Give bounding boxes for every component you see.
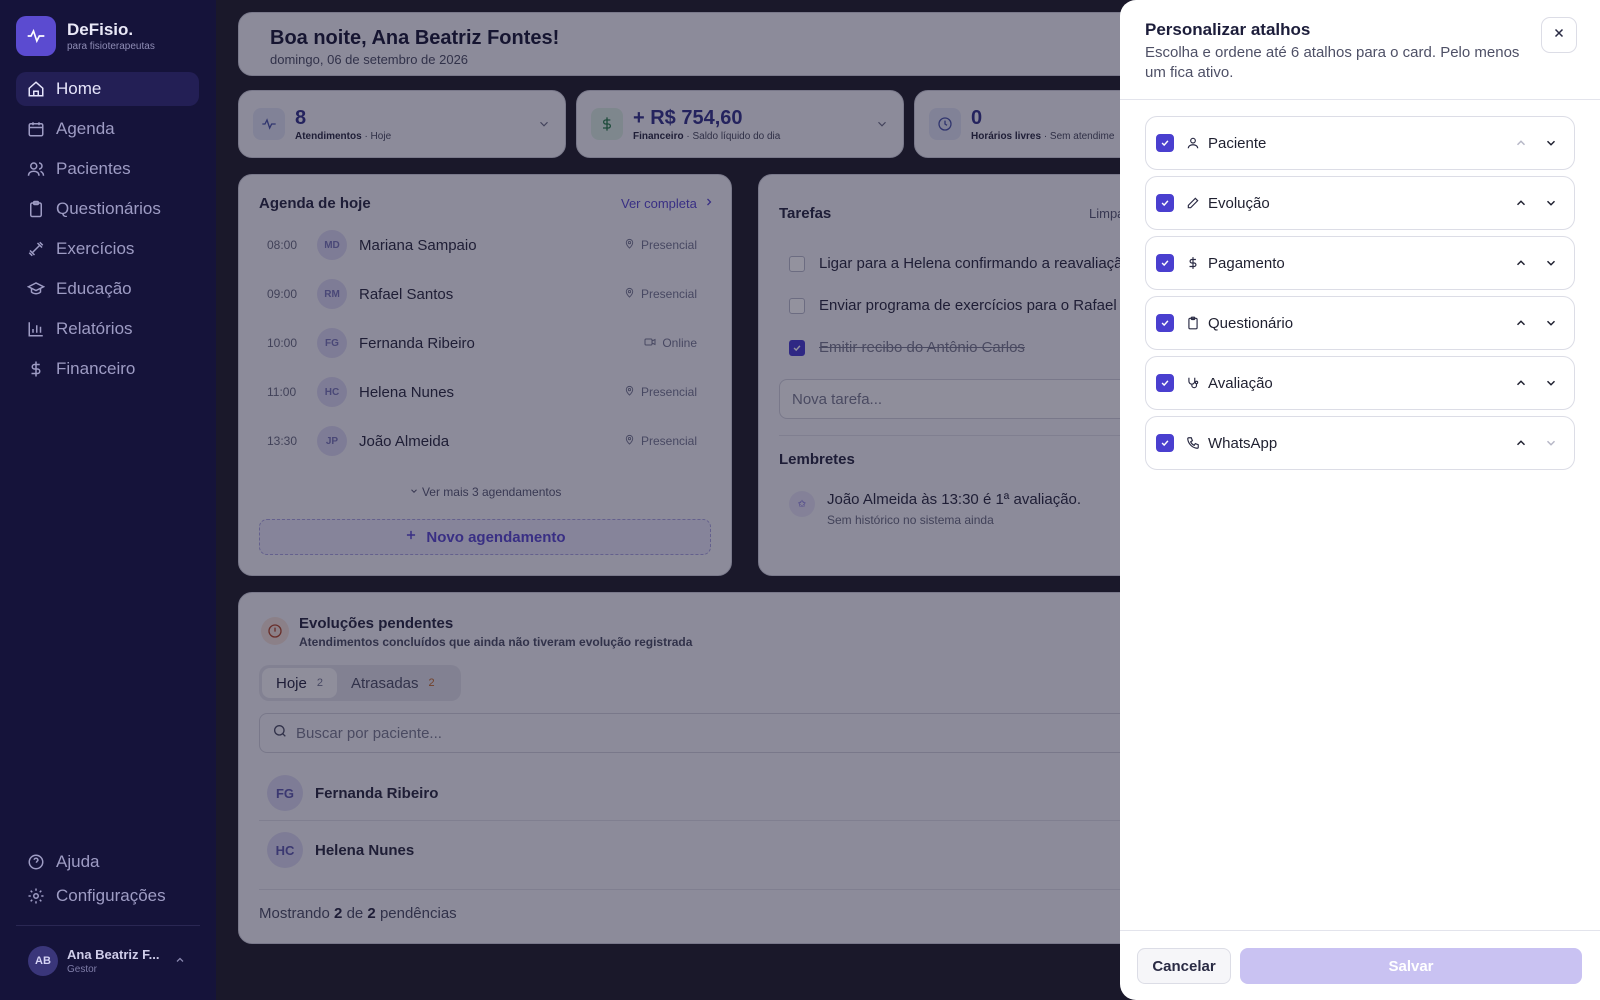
phone-icon (1184, 434, 1202, 452)
cancel-button[interactable]: Cancelar (1137, 948, 1231, 984)
sidebar-item-label: Questionários (56, 199, 161, 218)
sidebar-item-label: Agenda (56, 119, 115, 138)
shortcut-checkbox[interactable] (1156, 374, 1174, 392)
move-down-button[interactable] (1536, 368, 1566, 398)
sidebar-item-exercicios[interactable]: Exercícios (16, 232, 199, 266)
sidebar-item-label: Financeiro (56, 359, 136, 378)
sidebar-item-pacientes[interactable]: Pacientes (16, 152, 199, 186)
sidebar-item-financeiro[interactable]: Financeiro (16, 352, 199, 386)
brand-tagline: para fisioterapeutas (67, 41, 155, 52)
sidebar: DeFisio. para fisioterapeutas Home Agend… (0, 0, 216, 1000)
save-button[interactable]: Salvar (1240, 948, 1582, 984)
move-down-button[interactable] (1536, 428, 1566, 458)
calendar-icon (26, 119, 46, 139)
move-up-button[interactable] (1506, 308, 1536, 338)
move-up-button[interactable] (1506, 248, 1536, 278)
sidebar-item-home[interactable]: Home (16, 72, 199, 106)
move-down-button[interactable] (1536, 128, 1566, 158)
shortcut-label: Avaliação (1208, 374, 1273, 392)
shortcut-label: WhatsApp (1208, 434, 1278, 452)
users-icon (26, 159, 46, 179)
sidebar-bottom-nav: Ajuda Configurações (16, 845, 199, 913)
panel-description: Escolha e ordene até 6 atalhos para o ca… (1145, 44, 1520, 81)
user-menu[interactable]: AB Ana Beatriz F... Gestor (28, 946, 184, 976)
brand-name: DeFisio. (67, 20, 134, 39)
avatar: AB (28, 946, 58, 976)
clipboard-icon (1184, 314, 1202, 332)
shortcut-label: Questionário (1208, 314, 1294, 332)
brand[interactable]: DeFisio. para fisioterapeutas (16, 16, 155, 56)
shortcut-item-questionario[interactable]: Questionário (1145, 296, 1575, 350)
stethoscope-icon (1184, 374, 1202, 392)
sidebar-item-label: Educação (56, 279, 132, 298)
user-name: Ana Beatriz F... (67, 947, 160, 962)
pen-icon (1184, 194, 1202, 212)
sidebar-nav: Home Agenda Pacientes Questionários Exer… (16, 72, 199, 392)
sidebar-item-label: Ajuda (56, 852, 100, 871)
shortcut-checkbox[interactable] (1156, 194, 1174, 212)
shortcut-checkbox[interactable] (1156, 434, 1174, 452)
chevron-up-icon (174, 953, 186, 971)
shortcut-label: Pagamento (1208, 254, 1285, 272)
move-up-button[interactable] (1506, 188, 1536, 218)
sidebar-item-label: Configurações (56, 886, 166, 905)
shortcut-item-avaliacao[interactable]: Avaliação (1145, 356, 1575, 410)
shortcut-checkbox[interactable] (1156, 254, 1174, 272)
sidebar-item-label: Home (56, 79, 102, 98)
shortcut-label: Paciente (1208, 134, 1267, 152)
graduation-cap-icon (26, 279, 46, 299)
sidebar-item-label: Relatórios (56, 319, 133, 338)
move-down-button[interactable] (1536, 248, 1566, 278)
panel-title: Personalizar atalhos (1145, 20, 1311, 39)
shortcut-checkbox[interactable] (1156, 134, 1174, 152)
shortcut-item-evolucao[interactable]: Evolução (1145, 176, 1575, 230)
pulse-logo-icon (16, 16, 56, 56)
customize-shortcuts-panel: Personalizar atalhos Escolha e ordene at… (1120, 0, 1600, 1000)
close-icon (1553, 26, 1565, 44)
move-down-button[interactable] (1536, 308, 1566, 338)
panel-divider (1120, 99, 1600, 100)
clipboard-icon (26, 199, 46, 219)
user-icon (1184, 134, 1202, 152)
shortcut-item-pagamento[interactable]: Pagamento (1145, 236, 1575, 290)
shortcut-item-whatsapp[interactable]: WhatsApp (1145, 416, 1575, 470)
sidebar-divider (16, 925, 200, 926)
sidebar-item-label: Exercícios (56, 239, 135, 258)
gear-icon (26, 886, 46, 906)
shortcut-checkbox[interactable] (1156, 314, 1174, 332)
user-role: Gestor (67, 964, 98, 975)
sidebar-item-educacao[interactable]: Educação (16, 272, 199, 306)
sidebar-item-configuracoes[interactable]: Configurações (16, 879, 199, 913)
move-up-button[interactable] (1506, 428, 1536, 458)
sidebar-item-ajuda[interactable]: Ajuda (16, 845, 199, 879)
sidebar-item-relatorios[interactable]: Relatórios (16, 312, 199, 346)
shortcut-item-paciente[interactable]: Paciente (1145, 116, 1575, 170)
shortcut-label: Evolução (1208, 194, 1270, 212)
sidebar-item-agenda[interactable]: Agenda (16, 112, 199, 146)
dumbbell-icon (26, 239, 46, 259)
close-button[interactable] (1541, 17, 1577, 53)
move-up-button[interactable] (1506, 128, 1536, 158)
home-icon (26, 79, 46, 99)
dollar-icon (1184, 254, 1202, 272)
bar-chart-icon (26, 319, 46, 339)
help-icon (26, 852, 46, 872)
move-up-button[interactable] (1506, 368, 1536, 398)
sidebar-item-questionarios[interactable]: Questionários (16, 192, 199, 226)
dollar-icon (26, 359, 46, 379)
panel-divider (1120, 930, 1600, 931)
move-down-button[interactable] (1536, 188, 1566, 218)
sidebar-item-label: Pacientes (56, 159, 131, 178)
